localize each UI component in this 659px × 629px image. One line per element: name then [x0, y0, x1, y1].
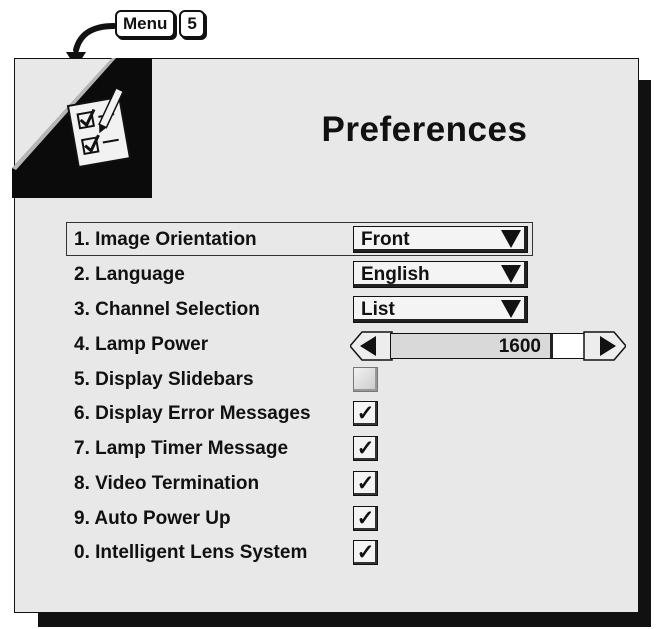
row-channel-selection[interactable]: 3. Channel Selection List: [66, 296, 636, 326]
dropdown-value: English: [361, 264, 430, 285]
triangle-right-icon[interactable]: [582, 331, 626, 361]
lamp-power-slider[interactable]: 1600: [350, 331, 626, 361]
checkmark-icon: ✓: [356, 402, 375, 425]
language-dropdown[interactable]: English: [353, 261, 528, 288]
image-orientation-dropdown[interactable]: Front: [353, 226, 528, 253]
channel-selection-dropdown[interactable]: List: [353, 296, 528, 323]
display-error-messages-checkbox[interactable]: ✓: [353, 401, 378, 426]
auto-power-up-checkbox[interactable]: ✓: [353, 506, 378, 531]
checkmark-icon: ✓: [356, 472, 375, 495]
row-intelligent-lens-system[interactable]: 0. Intelligent Lens System ✓: [66, 539, 636, 569]
checkmark-icon: ✓: [356, 507, 375, 530]
checkmark-icon: ✓: [356, 541, 375, 564]
menu-key: Menu: [115, 10, 176, 38]
row-video-termination[interactable]: 8. Video Termination ✓: [66, 470, 636, 500]
triangle-left-icon[interactable]: [350, 331, 394, 361]
row-image-orientation[interactable]: 1. Image Orientation Front: [66, 222, 636, 256]
page-title: Preferences: [321, 110, 528, 149]
checkmark-icon: ✓: [356, 437, 375, 460]
row-display-error-messages[interactable]: 6. Display Error Messages ✓: [66, 400, 636, 430]
row-label: 3. Channel Selection: [74, 299, 260, 320]
row-label: 0. Intelligent Lens System: [74, 542, 308, 563]
row-label: 5. Display Slidebars: [74, 369, 254, 390]
triangle-down-icon: [501, 300, 521, 318]
video-termination-checkbox[interactable]: ✓: [353, 471, 378, 496]
slider-track[interactable]: 1600: [390, 333, 594, 359]
display-slidebars-checkbox[interactable]: [353, 367, 378, 392]
menu-key-sequence: Menu 5: [115, 10, 205, 38]
triangle-down-icon: [501, 230, 521, 248]
slider-value: 1600: [498, 336, 541, 357]
row-auto-power-up[interactable]: 9. Auto Power Up ✓: [66, 505, 636, 535]
row-label: 1. Image Orientation: [74, 229, 257, 250]
lamp-timer-message-checkbox[interactable]: ✓: [353, 436, 378, 461]
number-key: 5: [179, 10, 205, 38]
row-language[interactable]: 2. Language English: [66, 261, 636, 291]
row-label: 6. Display Error Messages: [74, 403, 311, 424]
row-label: 9. Auto Power Up: [74, 508, 231, 529]
intelligent-lens-system-checkbox[interactable]: ✓: [353, 540, 378, 565]
row-label: 7. Lamp Timer Message: [74, 438, 289, 459]
row-lamp-timer-message[interactable]: 7. Lamp Timer Message ✓: [66, 435, 636, 465]
dropdown-value: List: [361, 299, 395, 320]
row-label: 2. Language: [74, 264, 185, 285]
dropdown-value: Front: [361, 229, 410, 250]
row-display-slidebars[interactable]: 5. Display Slidebars: [66, 366, 636, 396]
triangle-down-icon: [501, 265, 521, 283]
row-label: 8. Video Termination: [74, 473, 260, 494]
row-label: 4. Lamp Power: [74, 334, 209, 355]
row-lamp-power[interactable]: 4. Lamp Power 1600: [66, 331, 636, 361]
